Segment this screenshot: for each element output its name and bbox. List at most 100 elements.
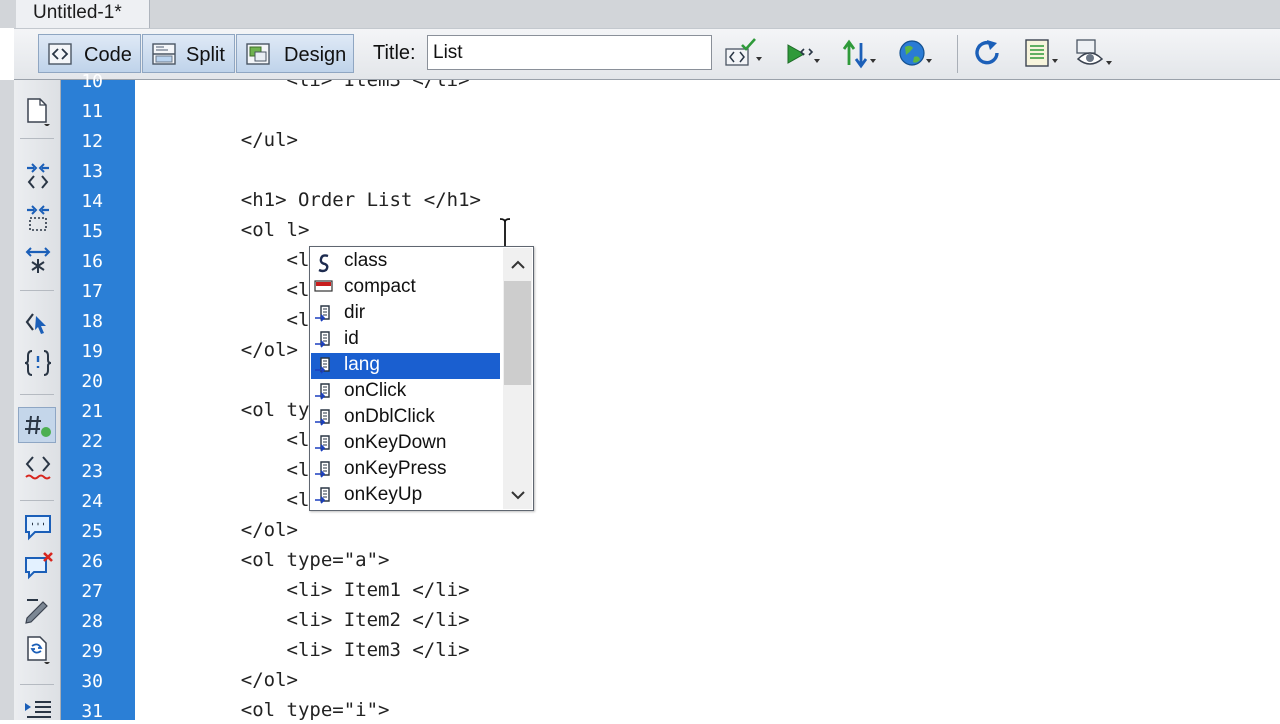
line-number: 24	[81, 491, 103, 512]
hint-item-label: onDblClick	[344, 406, 435, 427]
code-view-button[interactable]: Code	[38, 34, 141, 73]
hint-item-onkeydown[interactable]: onKeyDown	[311, 431, 500, 457]
preview-browser-icon[interactable]	[896, 37, 936, 71]
boolean-attribute-icon	[314, 280, 333, 292]
document-tab-strip: Untitled-1*	[0, 0, 1280, 28]
code-line: <ol type="a">	[195, 549, 390, 571]
sidebar-separator	[20, 138, 54, 139]
hint-item-lang[interactable]: lang	[311, 353, 500, 379]
file-management-icon[interactable]	[840, 37, 880, 71]
split-view-button[interactable]: Split	[142, 34, 235, 73]
validate-markup-icon[interactable]	[724, 37, 764, 71]
hint-item-compact[interactable]: compact	[311, 275, 500, 301]
expand-all-icon[interactable]	[22, 246, 54, 276]
refresh-icon[interactable]	[969, 37, 1009, 71]
hint-item-label: dir	[344, 302, 366, 323]
hint-item-ondblclick[interactable]: onDblClick	[311, 405, 500, 431]
line-number: 28	[81, 611, 103, 632]
open-documents-icon[interactable]	[22, 96, 54, 126]
attribute-icon	[315, 357, 330, 374]
recent-snippets-icon[interactable]	[22, 634, 54, 664]
line-number: 10	[81, 71, 103, 92]
sidebar-separator	[20, 684, 54, 685]
remove-comment-icon[interactable]	[22, 552, 54, 582]
left-panel-edge	[0, 80, 14, 720]
sidebar-separator	[20, 394, 54, 395]
line-number: 17	[81, 281, 103, 302]
hint-item-label: onKeyDown	[344, 432, 447, 453]
highlight-invalid-code-icon[interactable]	[22, 452, 54, 482]
document-tab[interactable]: Untitled-1*	[16, 0, 150, 28]
document-toolbar: Code Split Design Title:	[14, 28, 1280, 80]
code-hint-popup[interactable]: class compact dir id lang onClick onDblC…	[309, 246, 534, 511]
line-number: 26	[81, 551, 103, 572]
line-number: 23	[81, 461, 103, 482]
code-view-icon	[48, 43, 72, 65]
line-number: 12	[81, 131, 103, 152]
code-editor[interactable]: <li> Item3 </li> </ul> <h1> Order List <…	[135, 80, 1280, 720]
hint-scrollbar-thumb[interactable]	[504, 281, 531, 385]
scroll-down-arrow-icon[interactable]	[509, 486, 527, 504]
hint-item-id[interactable]: id	[311, 327, 500, 353]
hint-item-onkeypress[interactable]: onKeyPress	[311, 457, 500, 483]
code-view-label: Code	[84, 44, 132, 66]
sidebar-separator	[20, 290, 54, 291]
attribute-icon	[315, 461, 330, 478]
line-numbers-icon[interactable]	[22, 410, 54, 440]
split-view-label: Split	[186, 44, 225, 66]
line-number: 21	[81, 401, 103, 422]
select-parent-tag-icon[interactable]	[22, 308, 54, 338]
class-attribute-icon	[318, 254, 329, 273]
code-line: <li> Item1 </li>	[195, 579, 470, 601]
attribute-icon	[315, 435, 330, 452]
code-line: <li> Item2 </li>	[195, 609, 470, 631]
code-line: <ol type="i">	[195, 699, 390, 720]
scroll-up-arrow-icon[interactable]	[509, 256, 527, 274]
design-view-icon	[246, 43, 270, 65]
design-view-button[interactable]: Design	[236, 34, 354, 73]
line-number: 20	[81, 371, 103, 392]
code-line: <h1> Order List </h1>	[195, 189, 481, 211]
hint-item-label: onClick	[344, 380, 407, 401]
balance-braces-icon[interactable]	[22, 348, 54, 378]
code-line: </ol>	[195, 519, 298, 541]
line-number: 13	[81, 161, 103, 182]
line-number: 14	[81, 191, 103, 212]
code-line: <li> Item3 </li>	[195, 639, 470, 661]
line-number: 30	[81, 671, 103, 692]
apply-comment-icon[interactable]	[22, 512, 54, 542]
live-view-icon[interactable]	[784, 37, 824, 71]
hint-item-label: compact	[344, 276, 416, 297]
line-number-gutter: 10 11 12 13 14 15 16 17 18 19 20 21 22 2…	[61, 71, 135, 722]
coding-toolbar	[14, 80, 61, 720]
line-number: 18	[81, 311, 103, 332]
visual-aids-icon[interactable]	[1022, 37, 1062, 71]
hint-item-label: class	[344, 250, 388, 271]
title-input[interactable]	[427, 35, 712, 70]
hint-item-onclick[interactable]: onClick	[311, 379, 500, 405]
hint-scrollbar[interactable]	[503, 248, 532, 509]
line-number: 15	[81, 221, 103, 242]
collapse-selection-icon[interactable]	[22, 204, 54, 234]
line-number: 16	[81, 251, 103, 272]
wrap-tag-icon[interactable]	[22, 594, 54, 624]
attribute-icon	[315, 331, 330, 348]
hint-item-label: onKeyUp	[344, 484, 423, 505]
hint-item-label: lang	[344, 354, 380, 375]
sidebar-separator	[20, 500, 54, 501]
hint-item-dir[interactable]: dir	[311, 301, 500, 327]
attribute-icon	[315, 383, 330, 400]
design-view-label: Design	[284, 44, 347, 66]
line-number: 11	[81, 101, 103, 122]
attribute-icon	[315, 409, 330, 426]
view-options-icon[interactable]	[1074, 37, 1114, 71]
hint-item-onkeyup[interactable]: onKeyUp	[311, 483, 500, 509]
line-number: 19	[81, 341, 103, 362]
title-label: Title:	[373, 42, 416, 64]
hint-item-class[interactable]: class	[311, 249, 500, 275]
collapse-full-tag-icon[interactable]	[22, 162, 54, 192]
code-line: </ol>	[195, 669, 298, 691]
line-number: 27	[81, 581, 103, 602]
code-line: <ol l>	[195, 219, 310, 241]
line-number: 31	[81, 701, 103, 722]
